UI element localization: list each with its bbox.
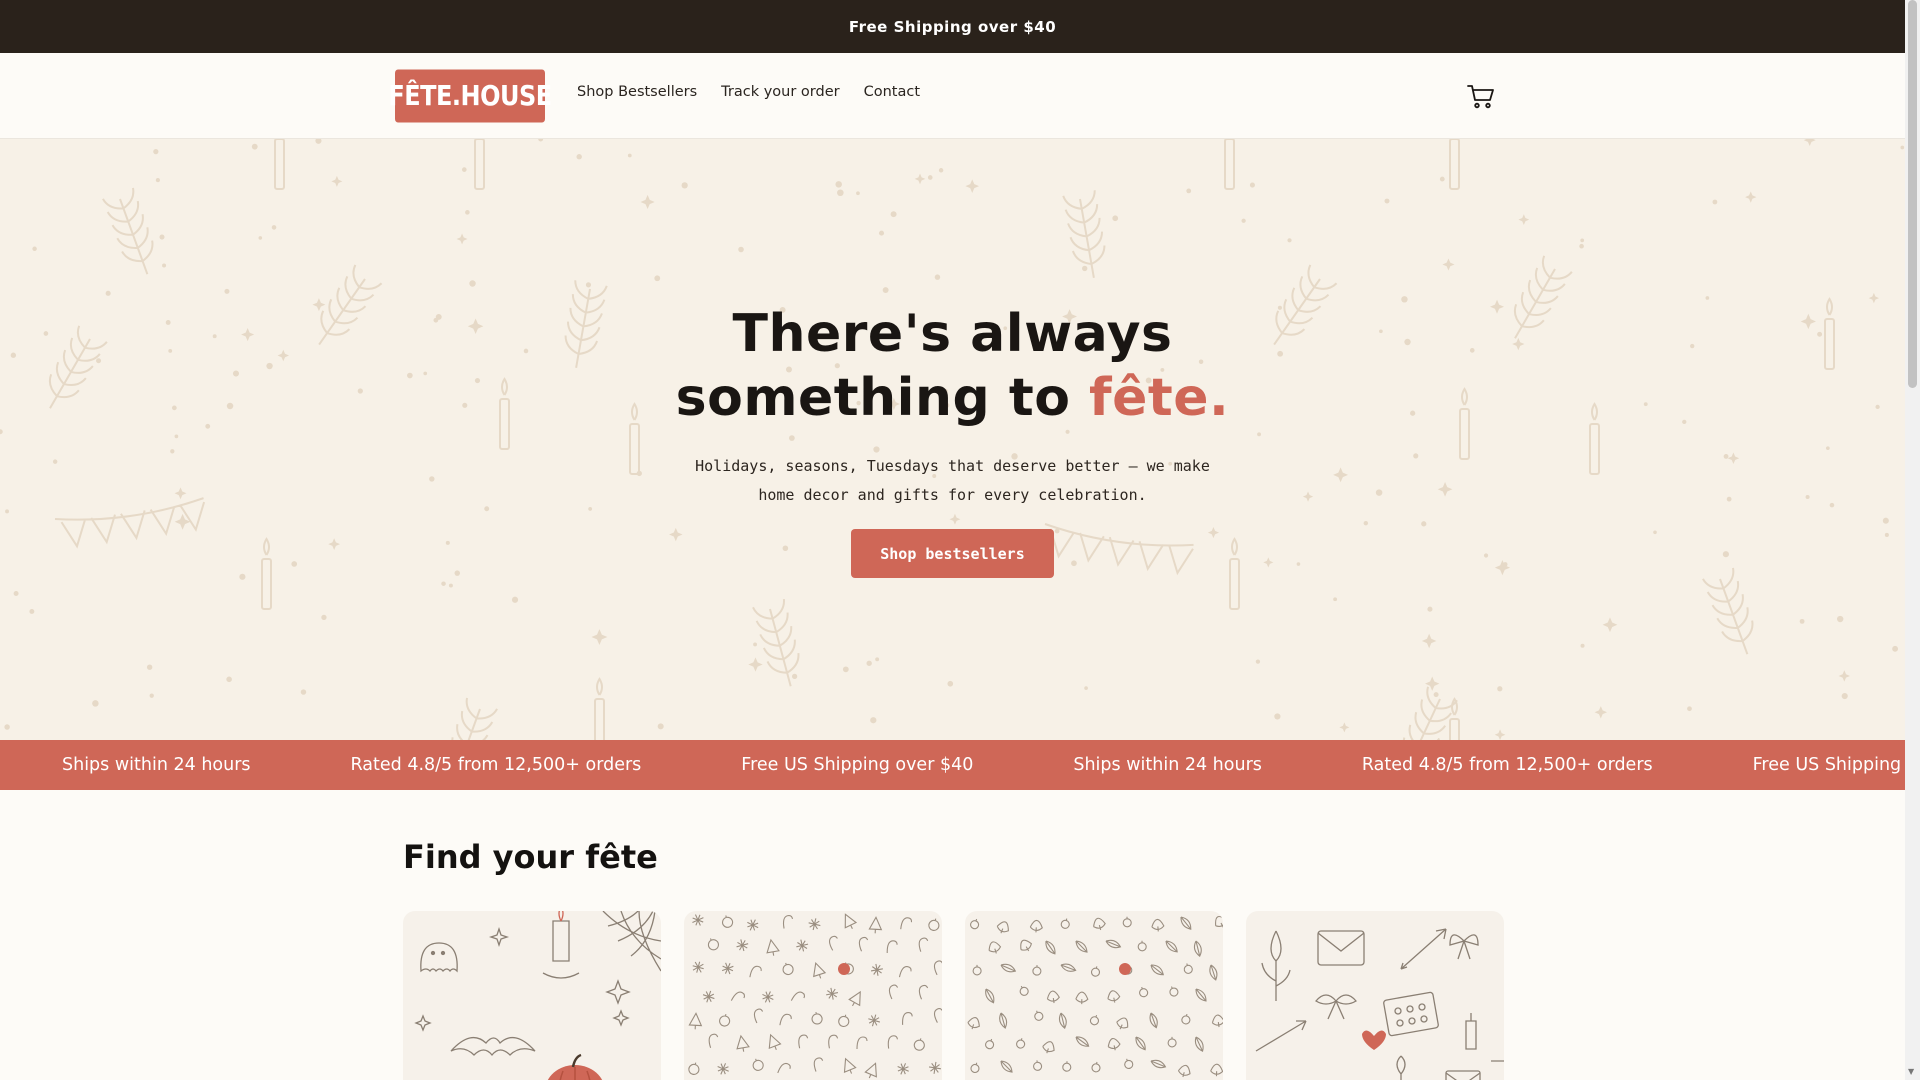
hero-subtitle: Holidays, seasons, Tuesdays that deserve… bbox=[0, 452, 1905, 510]
ticker-track: Ships within 24 hours Rated 4.8/5 from 1… bbox=[62, 740, 1905, 790]
hero-subtitle-line1: Holidays, seasons, Tuesdays that deserve… bbox=[695, 457, 1210, 475]
scrollbar-thumb[interactable] bbox=[1908, 0, 1917, 388]
autumn-illustration bbox=[967, 915, 1223, 1078]
ticker-item: Free US Shipping over $40 bbox=[741, 755, 974, 775]
scroll-down-icon[interactable]: ▼ bbox=[1908, 1067, 1914, 1076]
nav-track-order[interactable]: Track your order bbox=[721, 84, 839, 100]
cart-icon[interactable] bbox=[1466, 81, 1496, 111]
halloween-card[interactable] bbox=[403, 911, 661, 1080]
christmas-illustration bbox=[688, 913, 942, 1079]
nav-contact[interactable]: Contact bbox=[864, 84, 920, 100]
page-scrollbar[interactable]: ▼ bbox=[1905, 0, 1920, 1080]
hero-content: There's always something to fête. Holida… bbox=[0, 139, 1905, 740]
site-logo[interactable]: FÊTE.HOUSE bbox=[388, 69, 552, 123]
hero-title: There's always something to fête. bbox=[0, 302, 1905, 430]
shop-bestsellers-button[interactable]: Shop bestsellers bbox=[851, 529, 1054, 578]
halloween-illustration bbox=[414, 911, 661, 1080]
ticker-item: Rated 4.8/5 from 12,500+ orders bbox=[1361, 755, 1653, 775]
ticker-item: Rated 4.8/5 from 12,500+ orders bbox=[350, 755, 642, 775]
ticker-item: Free US Shipping over $40 bbox=[1752, 755, 1905, 775]
announcement-bar: Free Shipping over $40 bbox=[0, 0, 1905, 53]
nav-shop-bestsellers[interactable]: Shop Bestsellers bbox=[577, 84, 697, 100]
section-title: Find your fête bbox=[403, 838, 658, 876]
hero-title-line1: There's always bbox=[732, 304, 1173, 364]
valentines-illustration bbox=[1255, 928, 1504, 1080]
trust-ticker: Ships within 24 hours Rated 4.8/5 from 1… bbox=[0, 740, 1905, 790]
ticker-item: Ships within 24 hours bbox=[62, 755, 251, 775]
hero-title-accent: fête. bbox=[1089, 368, 1230, 428]
category-cards bbox=[403, 911, 1504, 1080]
ticker-item: Ships within 24 hours bbox=[1073, 755, 1262, 775]
announcement-text: Free Shipping over $40 bbox=[848, 17, 1057, 36]
hero-subtitle-line2: home decor and gifts for every celebrati… bbox=[758, 486, 1147, 504]
hero-section: There's always something to fête. Holida… bbox=[0, 139, 1905, 740]
site-header: FÊTE.HOUSE Shop Bestsellers Track your o… bbox=[0, 53, 1905, 139]
valentines-card[interactable] bbox=[1246, 911, 1504, 1080]
logo-text: FÊTE.HOUSE bbox=[388, 79, 552, 113]
main-nav: Shop Bestsellers Track your order Contac… bbox=[577, 84, 920, 100]
autumn-card[interactable] bbox=[965, 911, 1223, 1080]
christmas-card[interactable] bbox=[684, 911, 942, 1080]
hero-title-line2: something to bbox=[675, 368, 1090, 428]
